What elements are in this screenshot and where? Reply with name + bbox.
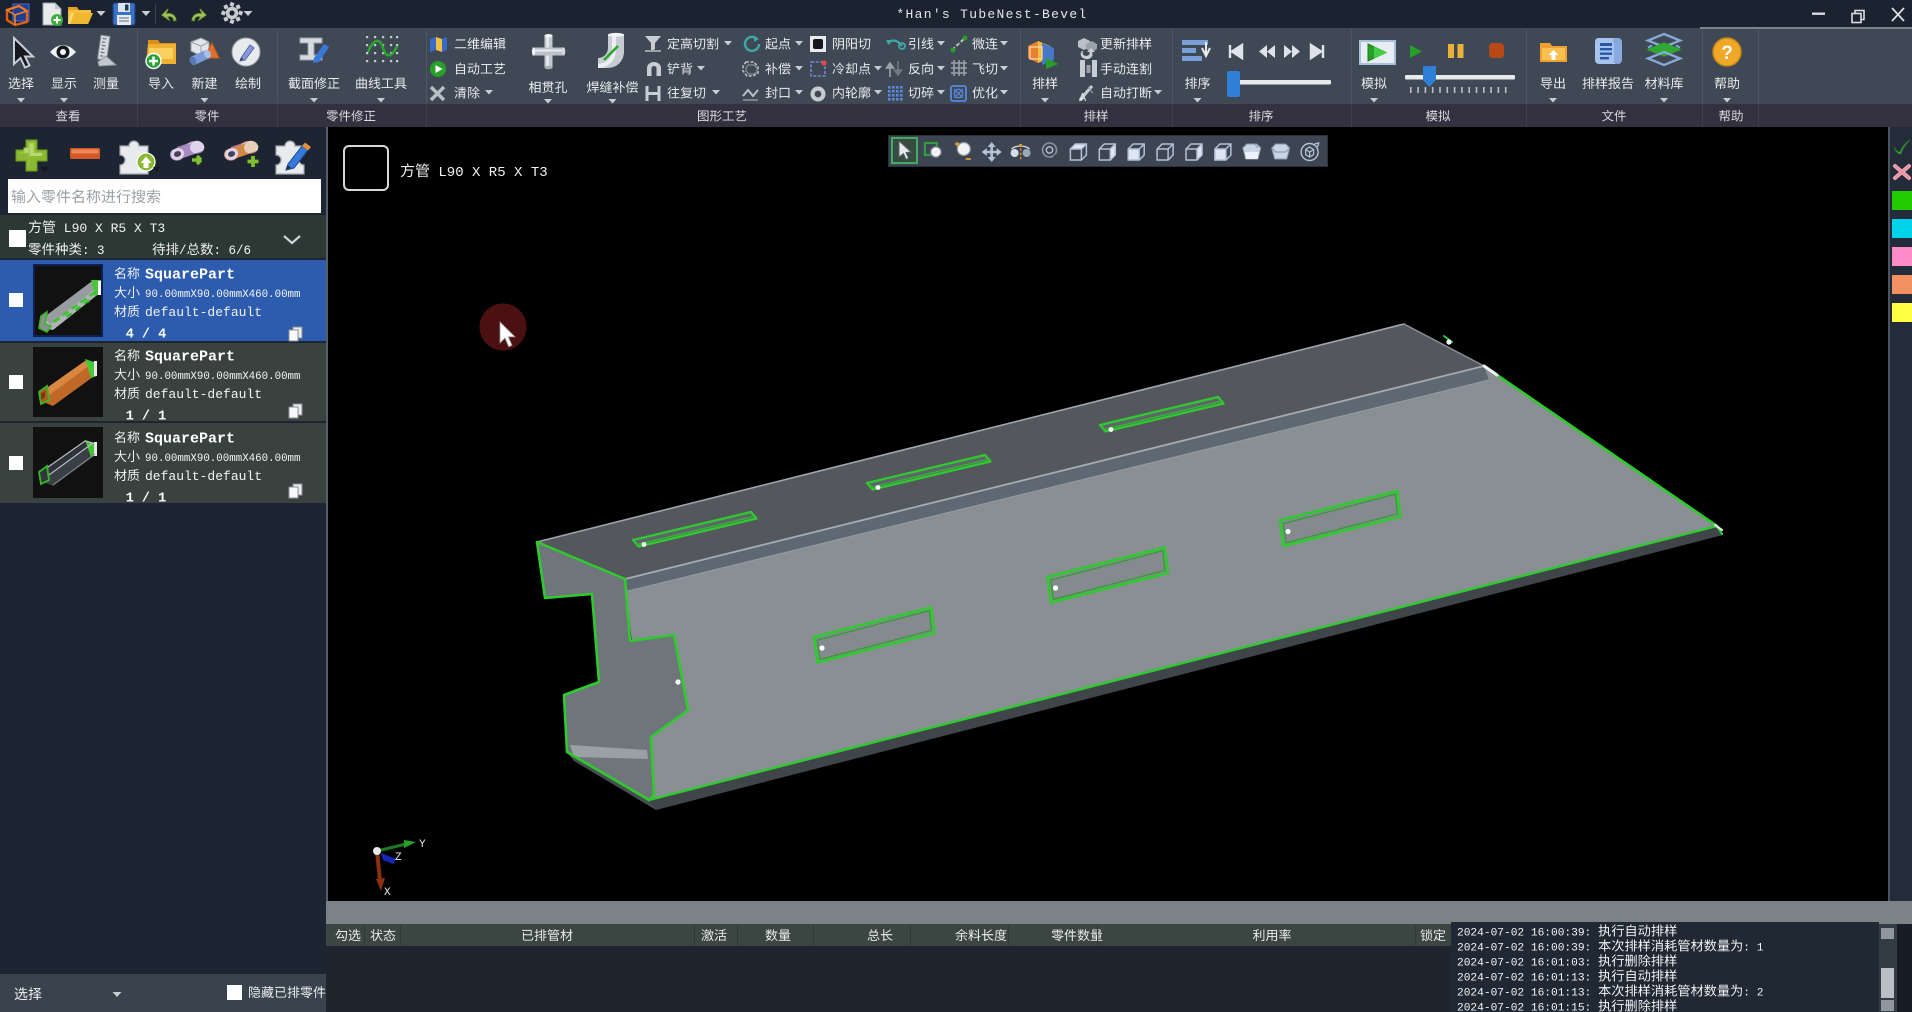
- svg-text:90.00mmX90.00mmX460.00mm: 90.00mmX90.00mmX460.00mm: [145, 289, 301, 301]
- svg-text:SquarePart: SquarePart: [145, 267, 235, 284]
- svg-text:default-default: default-default: [145, 305, 262, 320]
- svg-text:90.00mmX90.00mmX460.00mm: 90.00mmX90.00mmX460.00mm: [145, 371, 301, 383]
- svg-text:2024-07-02 16:01:15:: 2024-07-02 16:01:15:: [1457, 1003, 1598, 1012]
- svg-text:Z: Z: [395, 852, 402, 864]
- svg-text:default-default: default-default: [145, 387, 262, 402]
- svg-text:default-default: default-default: [145, 469, 262, 484]
- svg-text:L90 X R5 X T3: L90 X R5 X T3: [430, 165, 548, 181]
- svg-text:2024-07-02 16:01:13:: 2024-07-02 16:01:13:: [1457, 988, 1598, 1000]
- svg-text:2024-07-02 16:00:39:: 2024-07-02 16:00:39:: [1457, 943, 1598, 955]
- svg-text:X: X: [384, 887, 391, 899]
- svg-text:A: A: [1079, 91, 1087, 105]
- svg-text:: 1: : 1: [1743, 943, 1763, 955]
- svg-text:L90 X R5 X T3: L90 X R5 X T3: [56, 221, 165, 236]
- svg-text:2024-07-02 16:00:39:: 2024-07-02 16:00:39:: [1457, 928, 1598, 940]
- svg-text:4 / 4: 4 / 4: [126, 328, 167, 343]
- svg-text:: 6/6: : 6/6: [214, 244, 252, 258]
- svg-text:SquarePart: SquarePart: [145, 431, 235, 448]
- svg-text:?: ?: [1721, 43, 1733, 64]
- svg-text:90.00mmX90.00mmX460.00mm: 90.00mmX90.00mmX460.00mm: [145, 453, 301, 465]
- svg-text:*Han's TubeNest-Bevel: *Han's TubeNest-Bevel: [896, 7, 1087, 22]
- svg-text:Y: Y: [419, 839, 426, 851]
- svg-text:1 / 1: 1 / 1: [126, 410, 167, 425]
- svg-text:2024-07-02 16:01:03:: 2024-07-02 16:01:03:: [1457, 958, 1598, 970]
- svg-text:1 / 1: 1 / 1: [126, 492, 167, 507]
- svg-text:2024-07-02 16:01:13:: 2024-07-02 16:01:13:: [1457, 973, 1598, 985]
- svg-text:: 3: : 3: [82, 244, 105, 258]
- svg-text:SquarePart: SquarePart: [145, 349, 235, 366]
- svg-text:: 2: : 2: [1743, 988, 1763, 1000]
- svg-text:/: /: [179, 244, 187, 258]
